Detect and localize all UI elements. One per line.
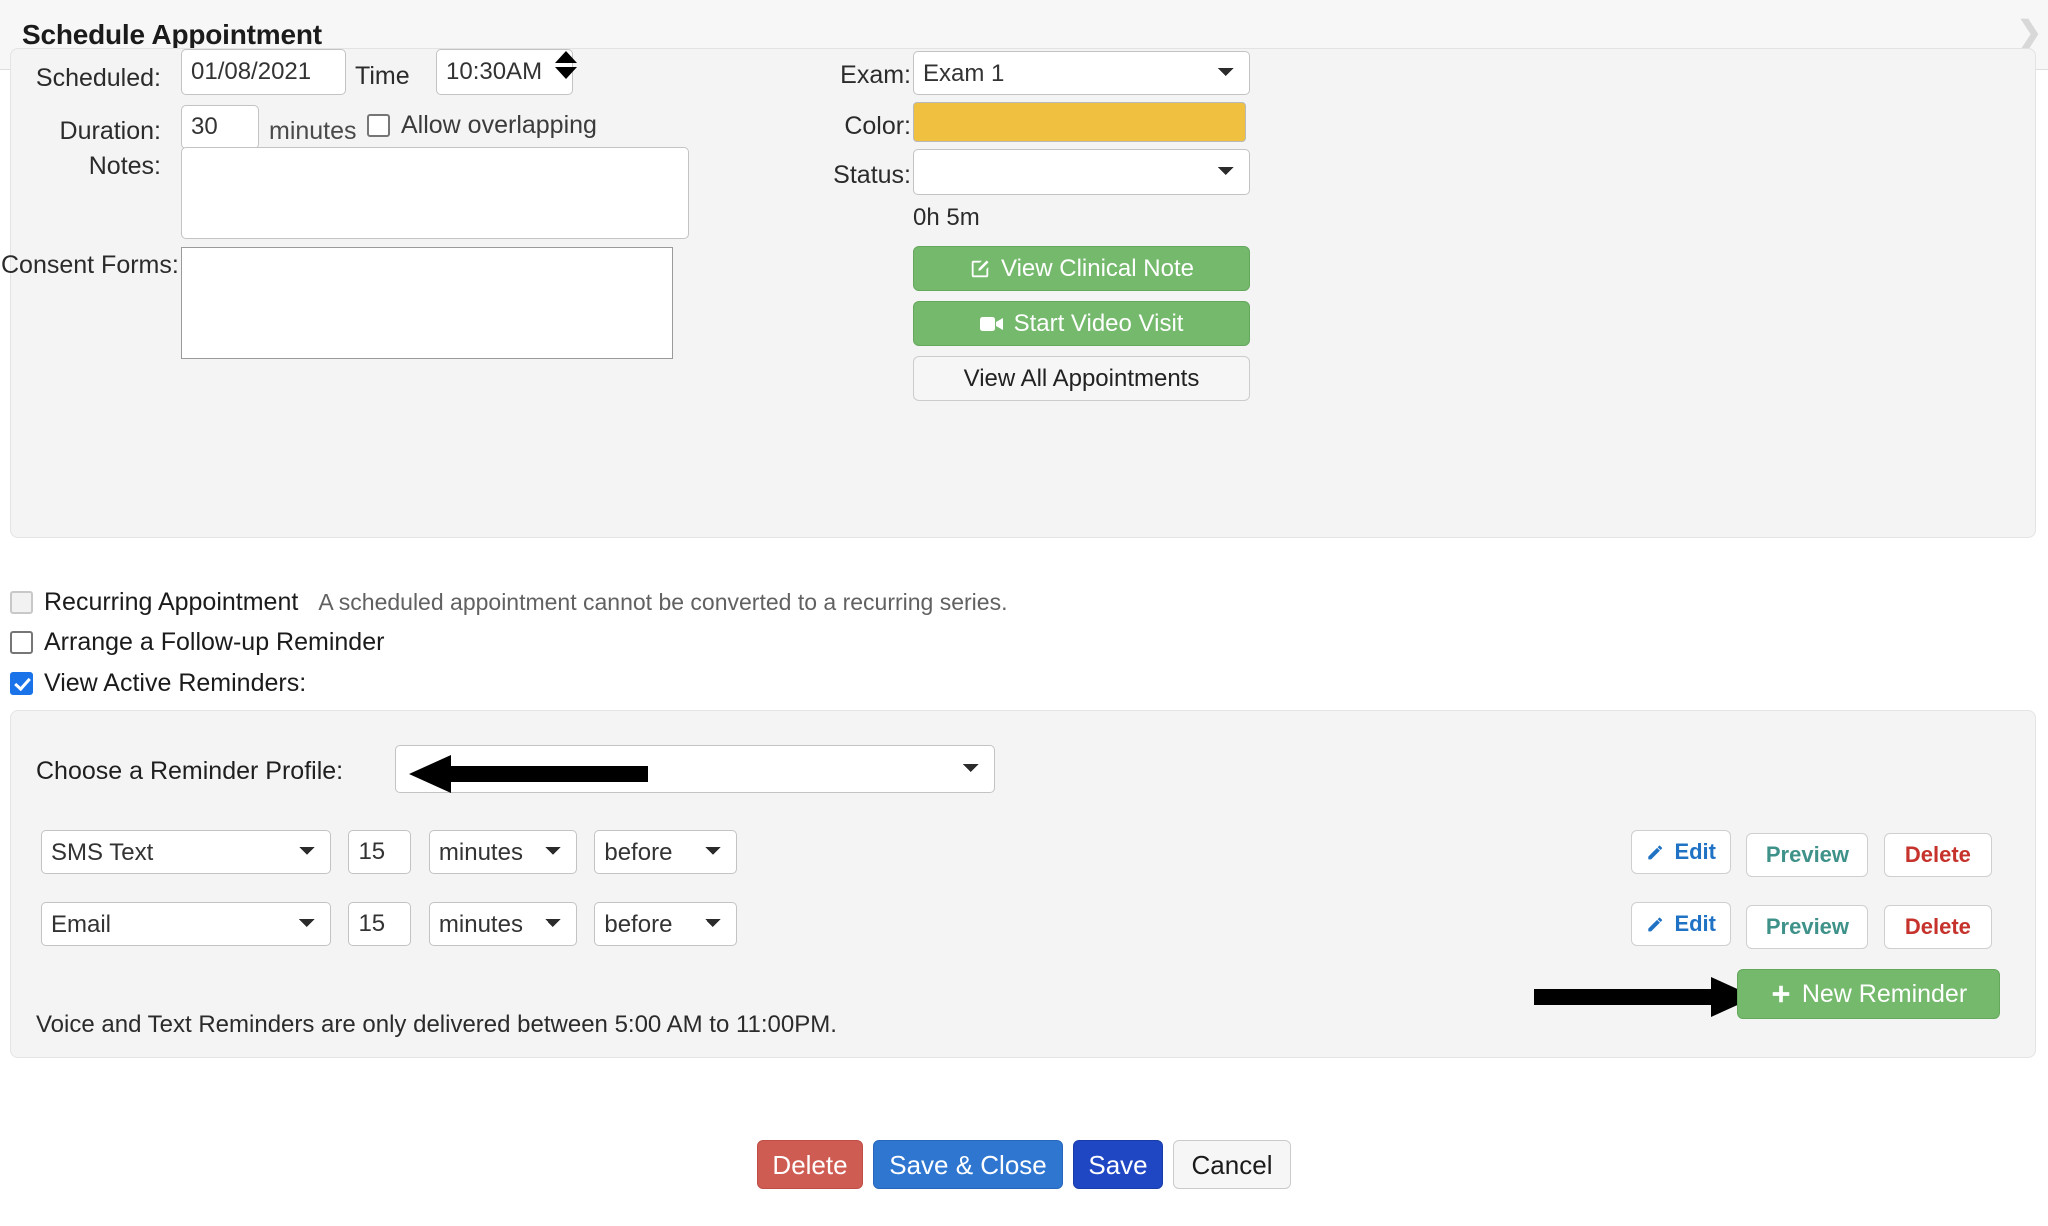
- cancel-button[interactable]: Cancel: [1173, 1140, 1291, 1189]
- allow-overlapping-row[interactable]: Allow overlapping: [367, 111, 597, 140]
- page-title: Schedule Appointment: [22, 18, 322, 50]
- reminder-amount-input[interactable]: [348, 830, 412, 874]
- view-all-appointments-button[interactable]: View All Appointments: [913, 356, 1250, 401]
- reminder-row-actions: Edit Preview Delete: [1631, 902, 1992, 949]
- exam-label: Exam:: [840, 61, 911, 89]
- spinner-updown-icon[interactable]: [553, 51, 581, 93]
- status-select[interactable]: [913, 149, 1250, 195]
- preview-reminder-label: Preview: [1765, 841, 1850, 867]
- notes-label: Notes:: [88, 152, 161, 180]
- view-active-reminders-label: View Active Reminders:: [44, 669, 307, 697]
- edit-reminder-label: Edit: [1674, 839, 1716, 864]
- consent-forms-label-text: Consent Forms:: [1, 251, 179, 279]
- followup-reminder-row[interactable]: Arrange a Follow-up Reminder: [10, 628, 384, 657]
- video-camera-icon: [979, 316, 1003, 331]
- exam-select[interactable]: Exam 1: [913, 51, 1250, 95]
- footer-actions: Delete Save & Close Save Cancel: [0, 1140, 2048, 1189]
- pencil-icon: [1648, 917, 1663, 931]
- pencil-square-icon: [971, 259, 989, 277]
- annotation-arrow-new-reminder-shaft: [1534, 989, 1714, 1005]
- reminder-relation-select[interactable]: before: [594, 830, 738, 874]
- delete-reminder-label: Delete: [1904, 841, 1971, 867]
- color-label: Color:: [844, 112, 911, 140]
- duration-label: Duration:: [59, 117, 161, 145]
- status-label: Status:: [833, 161, 911, 189]
- new-reminder-label: New Reminder: [1801, 979, 1968, 1008]
- new-reminder-button[interactable]: New Reminder: [1737, 969, 2000, 1019]
- preview-reminder-button[interactable]: Preview: [1746, 904, 1869, 949]
- chevron-right-icon[interactable]: ❯: [2017, 18, 2042, 48]
- save-close-button[interactable]: Save & Close: [873, 1140, 1063, 1189]
- reminder-unit-select[interactable]: minutes: [428, 830, 577, 874]
- reminder-type-select[interactable]: Email: [41, 902, 331, 946]
- view-clinical-note-label: View Clinical Note: [1001, 254, 1194, 282]
- duration-unit-label: minutes: [269, 117, 357, 145]
- appointment-details-card: Scheduled: Time Duration: minutes Allow …: [1, 48, 2036, 538]
- start-video-visit-label: Start Video Visit: [1013, 309, 1184, 337]
- save-button[interactable]: Save: [1073, 1140, 1163, 1189]
- scheduled-date-input[interactable]: [181, 49, 346, 95]
- reminder-row: SMS Text minutes before: [41, 830, 738, 874]
- start-video-visit-button[interactable]: Start Video Visit: [913, 301, 1250, 346]
- view-active-reminders-row[interactable]: View Active Reminders:: [10, 669, 306, 698]
- allow-overlapping-label: Allow overlapping: [401, 111, 597, 139]
- reminder-profile-label: Choose a Reminder Profile:: [36, 757, 344, 785]
- consent-forms-label: Consent Forms:: [1, 249, 179, 281]
- scheduled-label: Scheduled:: [35, 64, 161, 92]
- duration-input[interactable]: [181, 105, 259, 149]
- consent-forms-listbox[interactable]: [181, 247, 673, 359]
- annotation-arrow-profile-head: [409, 755, 451, 793]
- edit-reminder-label: Edit: [1674, 911, 1716, 936]
- notes-textarea[interactable]: [181, 147, 689, 239]
- pencil-icon: [1648, 845, 1663, 859]
- allow-overlapping-checkbox[interactable]: [367, 114, 390, 137]
- preview-reminder-label: Preview: [1765, 913, 1850, 939]
- edit-reminder-button[interactable]: Edit: [1631, 902, 1731, 946]
- reminder-relation-select[interactable]: before: [594, 902, 738, 946]
- plus-icon: [1772, 985, 1790, 1003]
- edit-reminder-button[interactable]: Edit: [1631, 830, 1731, 874]
- delete-reminder-label: Delete: [1904, 913, 1971, 939]
- elapsed-time: 0h 5m: [913, 204, 980, 231]
- recurring-appointment-label: Recurring Appointment: [44, 588, 299, 616]
- reminder-row-actions: Edit Preview Delete: [1631, 830, 1992, 877]
- reminder-row: Email minutes before: [41, 902, 738, 946]
- time-label: Time: [355, 62, 410, 90]
- reminder-amount-input[interactable]: [348, 902, 412, 946]
- delete-reminder-button[interactable]: Delete: [1883, 904, 1992, 949]
- annotation-arrow-profile-shaft: [448, 766, 648, 782]
- recurring-appointment-checkbox[interactable]: [10, 591, 33, 614]
- preview-reminder-button[interactable]: Preview: [1746, 832, 1869, 877]
- delivery-window-note: Voice and Text Reminders are only delive…: [36, 1011, 837, 1038]
- recurring-appointment-row[interactable]: Recurring Appointment A scheduled appoin…: [10, 588, 1007, 617]
- recurring-appointment-note: A scheduled appointment cannot be conver…: [318, 589, 1008, 615]
- reminder-unit-select[interactable]: minutes: [428, 902, 577, 946]
- followup-reminder-label: Arrange a Follow-up Reminder: [44, 628, 385, 656]
- view-active-reminders-checkbox[interactable]: [10, 672, 33, 695]
- view-clinical-note-button[interactable]: View Clinical Note: [913, 246, 1250, 291]
- followup-reminder-checkbox[interactable]: [10, 631, 33, 654]
- delete-button[interactable]: Delete: [757, 1140, 863, 1189]
- reminder-type-select[interactable]: SMS Text: [41, 830, 331, 874]
- delete-reminder-button[interactable]: Delete: [1883, 832, 1992, 877]
- color-swatch[interactable]: [913, 102, 1246, 142]
- reminders-panel: Choose a Reminder Profile: SMS Text minu…: [10, 710, 2036, 1058]
